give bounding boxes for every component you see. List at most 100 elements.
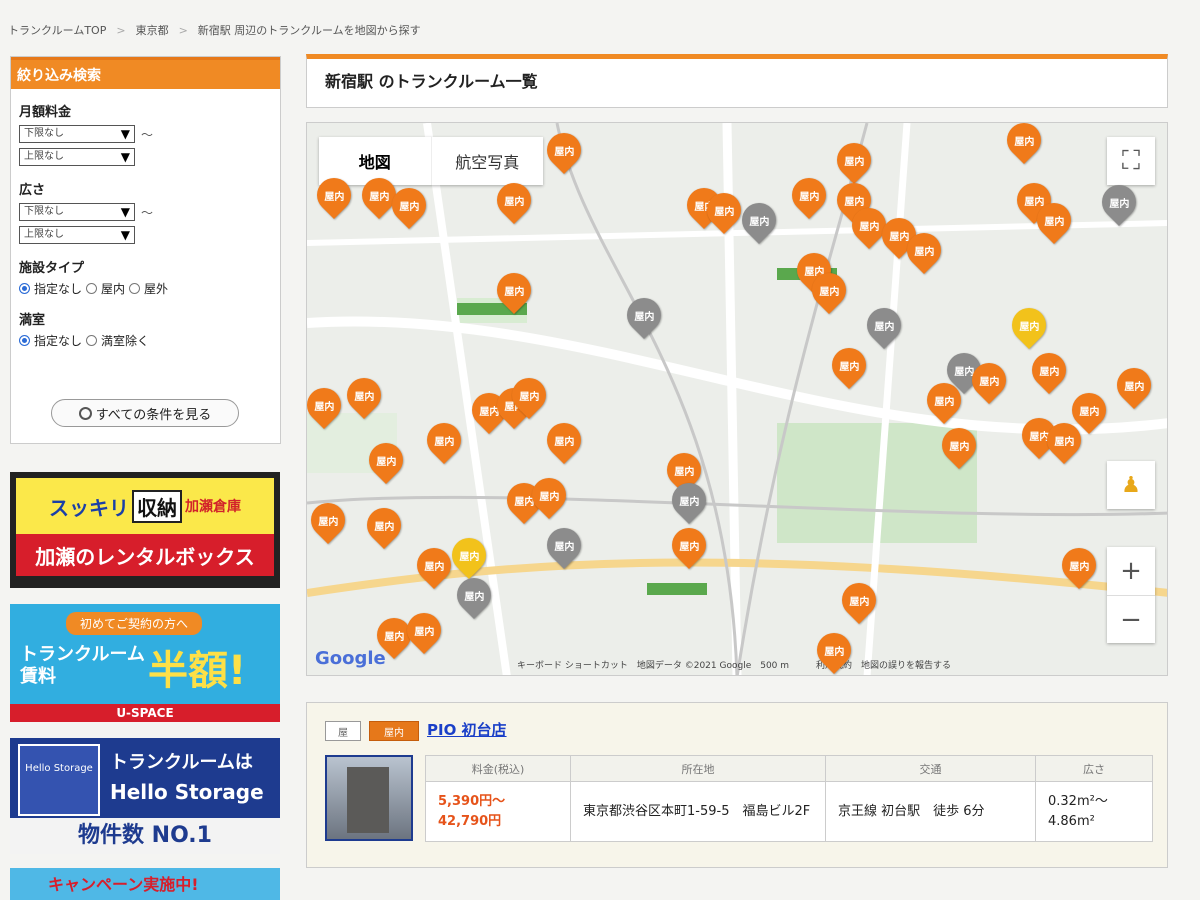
ad-text: 加瀬のレンタルボックス [16,534,274,576]
marker-label: 屋内 [839,361,859,373]
marker-label: 屋内 [399,201,419,213]
full-radio-none[interactable] [19,335,30,346]
marker-label: 屋内 [679,496,699,508]
size-min-select[interactable]: 下限なし [19,203,135,221]
type-radio-outdoor[interactable] [129,283,141,294]
breadcrumb-item[interactable]: 東京都 [136,24,169,37]
tag-outdoor: 屋 [325,721,361,741]
ad-text: キャンペーン実施中! [48,875,199,894]
map-type-tabs: 地図 航空写真 [319,137,543,185]
ad-text: 収納 [132,489,182,523]
zoom-in-button[interactable]: + [1120,547,1142,595]
marker-label: 屋内 [1024,196,1044,208]
access-cell: 京王線 初台駅 徒歩 6分 [825,781,1036,842]
ad-text: Hello Storage [110,780,264,804]
col-header-address: 所在地 [570,755,826,782]
col-header-access: 交通 [825,755,1036,782]
ad-text: 半額! [148,648,247,694]
show-all-label: すべての条件を見る [95,407,212,423]
type-option-label: 屋内 [101,282,126,296]
tab-satellite[interactable]: 航空写真 [432,137,544,185]
breadcrumb-item: 新宿駅 周辺のトランクルームを地図から探す [197,24,421,37]
marker-label: 屋内 [634,311,654,323]
marker-label: 屋内 [949,441,969,453]
size-max-select[interactable]: 上限なし [19,226,135,244]
fullscreen-icon[interactable]: ⛶ [1107,137,1155,185]
marker-label: 屋内 [539,491,559,503]
type-option-label: 屋外 [144,282,169,296]
marker-label: 屋内 [554,146,574,158]
type-radio-indoor[interactable] [86,283,98,294]
marker-label: 屋内 [1019,321,1039,333]
marker-label: 屋内 [849,596,869,608]
filter-panel: 絞り込み検索 月額料金 下限なし〜 上限なし 広さ 下限なし〜 上限なし 施設タ… [10,56,281,444]
marker-label: 屋内 [369,191,389,203]
store-photo[interactable] [325,755,413,841]
ad-text: トランクルーム賃料 [20,644,145,687]
col-header-size: 広さ [1035,755,1153,782]
marker-label: 屋内 [504,196,524,208]
map-view[interactable]: 地図 航空写真 ⛶ ♟ + − Google キーボード ショートカット 地図デ… [306,122,1168,676]
marker-label: 屋内 [1054,436,1074,448]
marker-label: 屋内 [519,391,539,403]
marker-label: 屋内 [318,516,338,528]
rent-min-select[interactable]: 下限なし [19,125,135,143]
map-attribution: キーボード ショートカット 地図データ ©2021 Google 500 m 利… [517,661,952,671]
marker-label: 屋内 [424,561,444,573]
marker-label: 屋内 [1109,198,1129,210]
marker-label: 屋内 [844,156,864,168]
marker-label: 屋内 [459,551,479,563]
marker-label: 屋内 [554,541,574,553]
rent-label: 月額料金 [19,105,72,120]
marker-label: 屋内 [314,401,334,413]
hello-storage-logo: Hello Storage [18,744,100,816]
ad-kase-banner[interactable]: スッキリ 収納 加瀬倉庫 加瀬のレンタルボックス [10,472,280,588]
ad-campaign-banner[interactable]: キャンペーン実施中! [10,868,280,900]
filter-title: 絞り込み検索 [11,57,280,89]
ad-brand: U-SPACE [10,704,280,722]
marker-label: 屋内 [1014,136,1034,148]
marker-label: 屋内 [674,466,694,478]
ad-uspace-banner[interactable]: 初めてご契約の方へ トランクルーム賃料 半額! U-SPACE [10,604,280,722]
address-cell: 東京都渋谷区本町1-59-5 福島ビル2F [570,781,826,842]
marker-label: 屋内 [504,286,524,298]
zoom-out-button[interactable]: − [1107,595,1155,643]
page-title: 新宿駅 のトランクルーム一覧 [306,54,1168,108]
marker-label: 屋内 [749,216,769,228]
tag-indoor: 屋内 [369,721,419,741]
marker-label: 屋内 [434,436,454,448]
marker-label: 屋内 [714,206,734,218]
marker-label: 屋内 [934,396,954,408]
marker-label: 屋内 [554,436,574,448]
size-cell: 0.32m²〜 4.86m² [1035,781,1153,842]
marker-label: 屋内 [464,591,484,603]
store-name-link[interactable]: PIO 初台店 [427,719,507,740]
breadcrumb-item[interactable]: トランクルームTOP [8,24,106,37]
col-header-price: 料金(税込) [425,755,571,782]
full-radio-exclude[interactable] [86,335,98,346]
marker-label: 屋内 [914,246,934,258]
show-all-conditions-button[interactable]: すべての条件を見る [51,399,239,427]
marker-label: 屋内 [1069,561,1089,573]
full-option-label: 指定なし [34,334,83,348]
type-radio-none[interactable] [19,283,30,294]
marker-label: 屋内 [889,231,909,243]
marker-label: 屋内 [324,191,344,203]
rent-max-select[interactable]: 上限なし [19,148,135,166]
marker-label: 屋内 [824,646,844,658]
google-logo: Google [315,648,386,669]
street-view-pegman-icon[interactable]: ♟ [1107,461,1155,509]
marker-label: 屋内 [859,221,879,233]
marker-label: 屋内 [374,521,394,533]
marker-label: 屋内 [414,626,434,638]
ad-hello-storage-banner[interactable]: Hello Storage トランクルームは Hello Storage 物件数… [10,738,280,854]
type-option-label: 指定なし [34,282,83,296]
range-tilde: 〜 [141,205,154,220]
ad-text: トランクルームは [110,752,253,773]
breadcrumb: トランクルームTOP > 東京都 > 新宿駅 周辺のトランクルームを地図から探す [8,24,421,37]
marker-label: 屋内 [1039,366,1059,378]
marker-label: 屋内 [819,286,839,298]
zoom-control: + − [1107,547,1155,643]
marker-label: 屋内 [799,191,819,203]
full-option-label: 満室除く [101,334,150,348]
